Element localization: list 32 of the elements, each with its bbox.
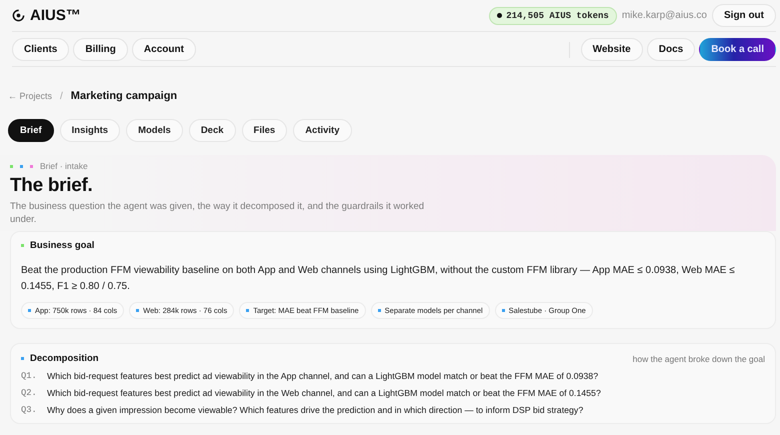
nav-button[interactable]: Website: [580, 38, 643, 61]
nav-button[interactable]: Account: [132, 38, 196, 61]
question-number: Q1.: [21, 371, 38, 381]
tab[interactable]: Insights: [60, 119, 120, 142]
token-balance: 214,505 AIUS tokens: [489, 6, 617, 24]
question-text: Which bid-request features best predict ad viewability in the Web channel, and can a LightGBM model match or beat the FFM MAE of 0.1455?: [47, 388, 601, 398]
nav-button[interactable]: Billing: [73, 38, 128, 61]
user-email: mike.karp@aius.co: [622, 10, 707, 21]
tab[interactable]: Brief: [8, 119, 54, 142]
tab[interactable]: Activity: [293, 119, 352, 142]
breadcrumb-separator: /: [60, 90, 63, 102]
card-note: how the agent broke down the goal: [632, 354, 765, 364]
question-number: Q3.: [21, 405, 38, 415]
question-text: Why does a given impression become viewable? Which features drive the prediction and in which direction — to inform DSP bid strategy?: [47, 405, 584, 415]
heading: The brief.: [10, 175, 94, 197]
card-heading: Decomposition: [30, 353, 99, 364]
question-text: Which bid-request features best predict ad viewability in the App channel, and can a LightGBM model match or beat the FFM MAE of 0.0938?: [47, 371, 598, 381]
nav-button[interactable]: Clients: [12, 38, 70, 61]
sign-out-button[interactable]: Sign out: [712, 4, 776, 27]
brand-name: AIUS™: [30, 7, 81, 24]
tab[interactable]: Deck: [188, 119, 236, 142]
tab[interactable]: Files: [242, 119, 288, 142]
logo-icon: [12, 9, 25, 22]
tab[interactable]: Models: [126, 119, 183, 142]
section-label: Brief · intake: [40, 161, 88, 171]
goal-text: Beat the production FFM viewability baseline on both App and Web channels using LightGBM, without the custom FFM library — App MAE ≤ 0.0938, Web MAE ≤ 0.1455, F1 ≥ 0.80 / 0.75.: [21, 264, 736, 294]
description: The business question the agent was given, the way it decomposed it, and the guardrails it worked under.: [10, 200, 426, 226]
page-title: Marketing campaign: [70, 90, 178, 102]
card-heading: Business goal: [30, 240, 94, 251]
question-number: Q2.: [21, 388, 38, 398]
book-call-button[interactable]: Book a call: [699, 38, 776, 61]
nav-button[interactable]: Docs: [646, 38, 696, 61]
